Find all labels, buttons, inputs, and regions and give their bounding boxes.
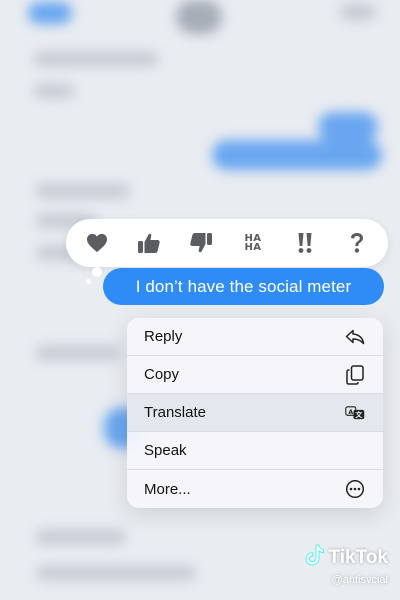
copy-icon (345, 364, 365, 385)
menu-item-label: More... (144, 480, 191, 498)
menu-item-reply[interactable]: Reply (127, 318, 383, 356)
heart-icon[interactable] (80, 226, 114, 260)
menu-item-speak[interactable]: Speak (127, 432, 383, 470)
menu-item-more[interactable]: More... (127, 470, 383, 508)
tiktok-logo-icon (305, 544, 325, 571)
menu-item-translate[interactable]: Translate A文 (127, 394, 383, 432)
tapback-tail-dot-small (86, 279, 91, 284)
tapback-tail-dot (92, 267, 102, 277)
tiktok-handle: @antisvcial (331, 574, 388, 586)
double-exclamation-icon[interactable] (288, 226, 322, 260)
menu-item-copy[interactable]: Copy (127, 356, 383, 394)
message-context-menu: Reply Copy Translate A文 Speak More... (127, 318, 383, 508)
message-text: I don’t have the social meter (135, 276, 352, 296)
svg-text:文: 文 (354, 410, 362, 419)
reply-arrow-icon (345, 327, 365, 347)
svg-text:A: A (348, 408, 353, 415)
thumbs-down-icon[interactable] (184, 226, 218, 260)
translate-icon: A文 (345, 403, 365, 423)
more-ellipsis-icon (345, 479, 365, 499)
question-mark-icon[interactable] (340, 226, 374, 260)
thumbs-up-icon[interactable] (132, 226, 166, 260)
haha-bottom-text: HA (244, 242, 262, 253)
menu-item-label: Speak (144, 442, 187, 459)
message-bubble[interactable]: I don’t have the social meter (103, 268, 384, 305)
haha-icon[interactable]: HA HA (236, 226, 270, 260)
menu-item-label: Reply (144, 328, 183, 345)
tiktok-watermark: TikTok @antisvcial (305, 544, 388, 586)
tiktok-brand: TikTok (328, 546, 388, 568)
menu-item-label: Copy (144, 366, 180, 383)
tapback-reaction-bar: HA HA (66, 219, 388, 267)
menu-item-label: Translate (144, 404, 206, 421)
